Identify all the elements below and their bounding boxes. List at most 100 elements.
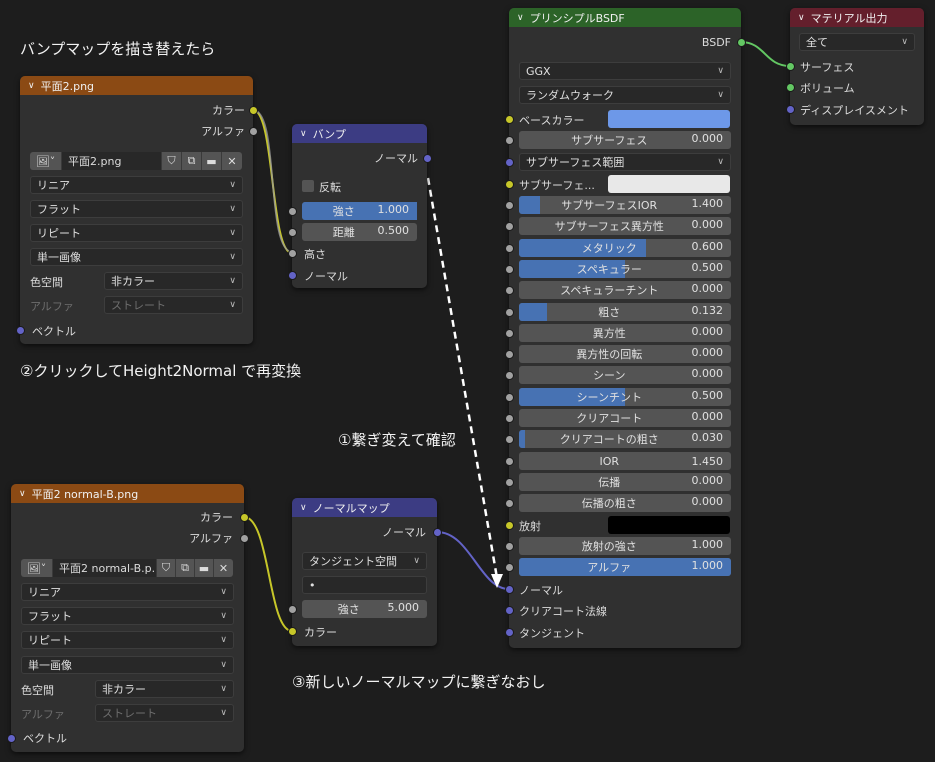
image-name-field[interactable]: 平面2.png xyxy=(62,152,162,170)
output-normal-socket[interactable] xyxy=(423,154,432,163)
input-height-socket[interactable] xyxy=(288,249,297,258)
input-vector-socket[interactable] xyxy=(7,734,16,743)
principled-bsdf-node[interactable]: ∨ プリンシプルBSDF BSDF GGX ∨ ランダムウォーク ∨ ベースカラー … xyxy=(505,8,746,648)
param-slider[interactable]: メタリック 0.600 xyxy=(519,239,731,257)
distribution-dropdown[interactable]: GGX ∨ xyxy=(519,62,731,80)
image-browse-icon[interactable]: 🖼˅ xyxy=(30,152,62,170)
input-volume-socket[interactable] xyxy=(786,83,795,92)
param-slider[interactable]: サブサーフェス異方性 0.000 xyxy=(519,217,731,235)
node-header[interactable]: ∨ プリンシプルBSDF xyxy=(509,8,741,27)
source-dropdown[interactable]: 単一画像 ∨ xyxy=(30,248,243,266)
input-param-socket[interactable] xyxy=(505,286,514,295)
input-clearcoat-normal-socket[interactable] xyxy=(505,606,514,615)
image-browse-icon[interactable]: 🖼˅ xyxy=(21,559,53,577)
duplicate-icon[interactable]: ⧉ xyxy=(176,559,195,577)
distance-field[interactable]: 距離 0.500 xyxy=(302,223,417,241)
base-color-swatch[interactable] xyxy=(608,110,730,128)
input-color-socket[interactable] xyxy=(288,627,297,636)
strength-field[interactable]: 強さ 5.000 xyxy=(302,600,427,618)
image-selector[interactable]: 🖼˅ 平面2 normal-B.p... ⛉ ⧉ ▬ ✕ xyxy=(21,559,233,577)
input-subsurface-socket[interactable] xyxy=(505,136,514,145)
input-sss-radius-socket[interactable] xyxy=(505,158,514,167)
bump-node[interactable]: ∨ バンプ ノーマル 反転 強さ 1.000 距離 0.500 高さ ノーマル xyxy=(288,124,432,288)
node-header[interactable]: ∨ バンプ xyxy=(292,124,427,143)
param-slider[interactable]: サブサーフェスIOR 1.400 xyxy=(519,196,731,214)
colorspace-dropdown[interactable]: 非カラー ∨ xyxy=(95,680,234,698)
subsurface-field[interactable]: サブサーフェス 0.000 xyxy=(519,131,731,149)
param-slider[interactable]: 異方性 0.000 xyxy=(519,324,731,342)
input-strength-socket[interactable] xyxy=(288,605,297,614)
open-folder-icon[interactable]: ▬ xyxy=(202,152,222,170)
output-color-socket[interactable] xyxy=(249,106,258,115)
invert-checkbox[interactable] xyxy=(302,180,314,192)
target-dropdown[interactable]: 全て ∨ xyxy=(799,33,915,51)
input-param-socket[interactable] xyxy=(505,414,514,423)
input-param-socket[interactable] xyxy=(505,499,514,508)
sss-method-dropdown[interactable]: ランダムウォーク ∨ xyxy=(519,86,731,104)
input-param-socket[interactable] xyxy=(505,201,514,210)
collapse-chevron-icon[interactable]: ∨ xyxy=(28,81,35,91)
input-param-socket[interactable] xyxy=(505,457,514,466)
param-slider[interactable]: 粗さ 0.132 xyxy=(519,303,731,321)
node-header[interactable]: ∨ ノーマルマップ xyxy=(292,498,437,517)
param-slider[interactable]: シーン 0.000 xyxy=(519,366,731,384)
material-output-node[interactable]: ∨ マテリアル出力 全て ∨ サーフェス ボリューム ディスプレイスメント xyxy=(786,8,924,125)
param-slider[interactable]: スペキュラーチント 0.000 xyxy=(519,281,731,299)
strength-slider[interactable]: 強さ 1.000 xyxy=(302,202,417,220)
input-surface-socket[interactable] xyxy=(786,62,795,71)
unlink-close-icon[interactable]: ✕ xyxy=(222,152,242,170)
input-vector-socket[interactable] xyxy=(16,326,25,335)
input-emission-socket[interactable] xyxy=(505,521,514,530)
extension-dropdown[interactable]: リピート ∨ xyxy=(30,224,243,242)
image-name-field[interactable]: 平面2 normal-B.p... xyxy=(53,559,157,577)
output-bsdf-socket[interactable] xyxy=(737,38,746,47)
uvmap-field[interactable]: • xyxy=(302,576,427,594)
collapse-chevron-icon[interactable]: ∨ xyxy=(517,13,524,23)
output-normal-socket[interactable] xyxy=(433,528,442,537)
projection-dropdown[interactable]: フラット ∨ xyxy=(30,200,243,218)
node-editor-canvas[interactable]: バンプマップを描き替えたら ②クリックしてHeight2Normal で再変換 … xyxy=(0,0,935,762)
extension-dropdown[interactable]: リピート ∨ xyxy=(21,631,234,649)
node-header[interactable]: ∨ マテリアル出力 xyxy=(790,8,924,27)
open-folder-icon[interactable]: ▬ xyxy=(195,559,214,577)
input-param-socket[interactable] xyxy=(505,435,514,444)
param-slider[interactable]: 伝播の粗さ 0.000 xyxy=(519,494,731,512)
interpolation-dropdown[interactable]: リニア ∨ xyxy=(21,583,234,601)
image-texture-node-2[interactable]: ∨ 平面2 normal-B.png カラー アルファ 🖼˅ 平面2 norma… xyxy=(7,484,249,752)
param-slider[interactable]: 伝播 0.000 xyxy=(519,473,731,491)
source-dropdown[interactable]: 単一画像 ∨ xyxy=(21,656,234,674)
input-tangent-socket[interactable] xyxy=(505,628,514,637)
input-strength-socket[interactable] xyxy=(288,207,297,216)
input-param-socket[interactable] xyxy=(505,329,514,338)
duplicate-icon[interactable]: ⧉ xyxy=(182,152,202,170)
normal-map-node[interactable]: ∨ ノーマルマップ ノーマル タンジェント空間 ∨ • 強さ 5.000 カラー xyxy=(288,498,442,646)
collapse-chevron-icon[interactable]: ∨ xyxy=(798,13,805,23)
input-param-socket[interactable] xyxy=(505,244,514,253)
param-slider[interactable]: シーンチント 0.500 xyxy=(519,388,731,406)
input-param-socket[interactable] xyxy=(505,350,514,359)
node-header[interactable]: ∨ 平面2.png xyxy=(20,76,253,95)
input-param-socket[interactable] xyxy=(505,222,514,231)
image-selector[interactable]: 🖼˅ 平面2.png ⛉ ⧉ ▬ ✕ xyxy=(30,152,242,170)
param-slider[interactable]: IOR 1.450 xyxy=(519,452,731,470)
param-slider[interactable]: スペキュラー 0.500 xyxy=(519,260,731,278)
space-dropdown[interactable]: タンジェント空間 ∨ xyxy=(302,552,427,570)
input-emission-strength-socket[interactable] xyxy=(505,542,514,551)
sss-color-swatch[interactable] xyxy=(608,175,730,193)
colorspace-dropdown[interactable]: 非カラー ∨ xyxy=(104,272,243,290)
input-param-socket[interactable] xyxy=(505,393,514,402)
input-distance-socket[interactable] xyxy=(288,228,297,237)
input-param-socket[interactable] xyxy=(505,265,514,274)
input-param-socket[interactable] xyxy=(505,308,514,317)
projection-dropdown[interactable]: フラット ∨ xyxy=(21,607,234,625)
node-header[interactable]: ∨ 平面2 normal-B.png xyxy=(11,484,244,503)
input-normal-socket[interactable] xyxy=(288,271,297,280)
param-slider[interactable]: クリアコートの粗さ 0.030 xyxy=(519,430,731,448)
param-slider[interactable]: クリアコート 0.000 xyxy=(519,409,731,427)
input-param-socket[interactable] xyxy=(505,478,514,487)
unlink-close-icon[interactable]: ✕ xyxy=(214,559,233,577)
input-alpha-socket[interactable] xyxy=(505,563,514,572)
output-alpha-socket[interactable] xyxy=(249,127,258,136)
input-base-color-socket[interactable] xyxy=(505,115,514,124)
input-normal-socket[interactable] xyxy=(505,585,514,594)
